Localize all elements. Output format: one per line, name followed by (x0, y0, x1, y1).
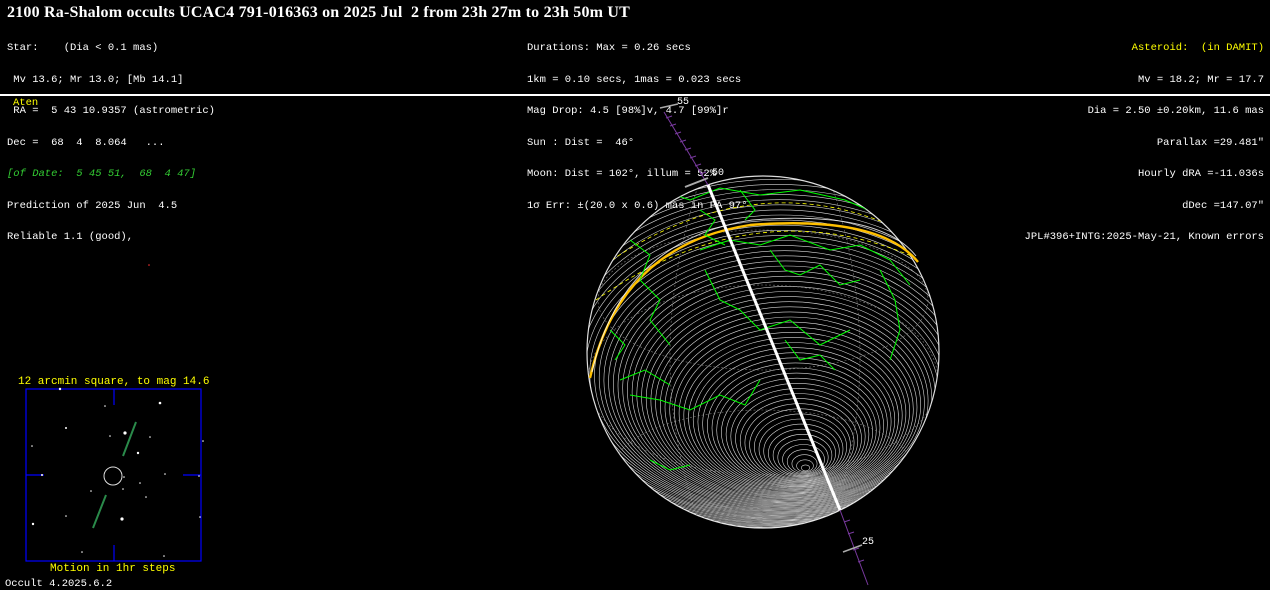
contour-ring (587, 176, 939, 526)
contour-ring (716, 372, 877, 488)
contour-ring (594, 240, 939, 511)
time-label-25: 25 (862, 537, 874, 548)
contour-ring (587, 176, 939, 524)
contour-ring (800, 464, 810, 472)
contour-ring (587, 176, 939, 528)
contour-ring (631, 280, 939, 504)
star-chart-motion-note: Motion in 1hr steps (50, 563, 176, 575)
star-chart-frame (25, 388, 202, 562)
asteroid-motion-track (122, 421, 137, 457)
contour-ring (753, 413, 847, 481)
time-tick-25 (842, 544, 863, 553)
contour-ring (664, 316, 918, 498)
star-chart (25, 387, 204, 562)
app-version: Occult 4.2025.6.2 (5, 578, 113, 590)
target-star-circle (103, 466, 123, 486)
time-label-55: 55 (677, 97, 689, 108)
contour-ring (587, 176, 939, 523)
contour-ring (688, 342, 899, 493)
time-label-50: 50 (712, 168, 724, 179)
globe-map: 55 50 25 (25, 97, 940, 586)
asteroid-motion-track (92, 494, 107, 529)
contour-ring (587, 176, 939, 528)
field-stars (31, 387, 204, 557)
time-tick-55 (659, 103, 679, 109)
contour-ring (627, 275, 939, 505)
contour-ring (791, 454, 818, 474)
star-chart-title: 12 arcmin square, to mag 14.6 (18, 376, 210, 388)
contour-ring (683, 337, 903, 494)
contour-ring (721, 377, 873, 487)
contour-ring (763, 423, 840, 479)
marker-dot (148, 264, 150, 266)
contour-ring (796, 459, 814, 473)
